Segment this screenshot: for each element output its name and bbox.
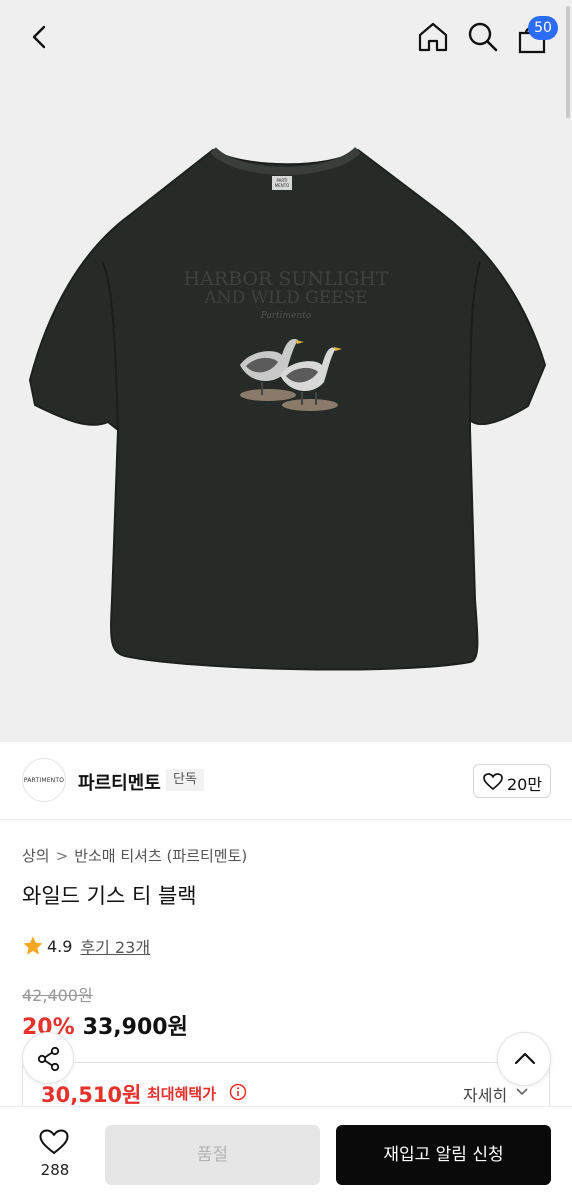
product-title: 와일드 기스 티 블랙	[22, 884, 197, 908]
home-icon[interactable]	[414, 18, 452, 56]
breadcrumb: 상의 > 반소매 티셔츠 (파르티멘토)	[22, 845, 247, 866]
chevron-down-icon	[516, 1088, 528, 1096]
heart-icon	[39, 1129, 69, 1155]
exclusive-tag: 단독	[166, 769, 204, 791]
sale-price: 33,900원	[82, 1015, 188, 1040]
scroll-to-top-button[interactable]	[497, 1032, 551, 1086]
brand-like-button[interactable]: 20만	[473, 764, 551, 798]
rating-row: 4.9 후기 23개	[22, 933, 150, 959]
review-count-link[interactable]: 후기 23개	[80, 934, 150, 958]
chevron-left-icon[interactable]	[22, 20, 56, 54]
share-button[interactable]	[22, 1032, 74, 1084]
wishlist-count: 288	[40, 1161, 70, 1179]
print-line-1: HARBOR SUNLIGHT	[183, 268, 389, 290]
brand-like-count: 20만	[507, 775, 543, 794]
star-icon	[23, 936, 43, 955]
bottom-action-bar: 288 품절 재입고 알림 신청	[0, 1106, 572, 1200]
restock-alert-button[interactable]: 재입고 알림 신청	[336, 1125, 551, 1185]
print-line-2: AND WILD GEESE	[204, 288, 368, 308]
brand-logo[interactable]: PARTIMENTO	[22, 758, 66, 802]
neck-label-text: PARTI MENTO	[274, 178, 290, 188]
breadcrumb-separator: >	[55, 846, 69, 865]
max-benefit-price: 30,510원	[41, 1083, 142, 1107]
top-bar: 50	[0, 0, 572, 74]
benefit-detail-link[interactable]: 자세히	[463, 1082, 507, 1106]
info-icon[interactable]	[229, 1083, 247, 1101]
wishlist-button[interactable]: 288	[18, 1125, 92, 1185]
share-icon	[37, 1046, 60, 1072]
heart-icon	[483, 773, 503, 791]
breadcrumb-category[interactable]: 상의	[22, 845, 50, 866]
product-image[interactable]: HARBOR SUNLIGHT AND WILD GEESE Partiment…	[0, 0, 572, 742]
brand-name[interactable]: 파르티멘토	[78, 769, 161, 795]
breadcrumb-subcategory[interactable]: 반소매 티셔츠 (파르티멘토)	[74, 845, 247, 866]
cart-count-badge: 50	[528, 16, 558, 40]
max-benefit-label: 최대혜택가	[147, 1085, 217, 1103]
soldout-button: 품절	[105, 1125, 320, 1185]
chevron-up-icon	[514, 1052, 536, 1065]
print-signature: Partimento	[260, 311, 312, 321]
original-price: 42,400원	[22, 986, 93, 1005]
rating-value: 4.9	[47, 936, 73, 956]
t-shirt-image	[28, 146, 547, 671]
search-icon[interactable]	[464, 18, 502, 56]
